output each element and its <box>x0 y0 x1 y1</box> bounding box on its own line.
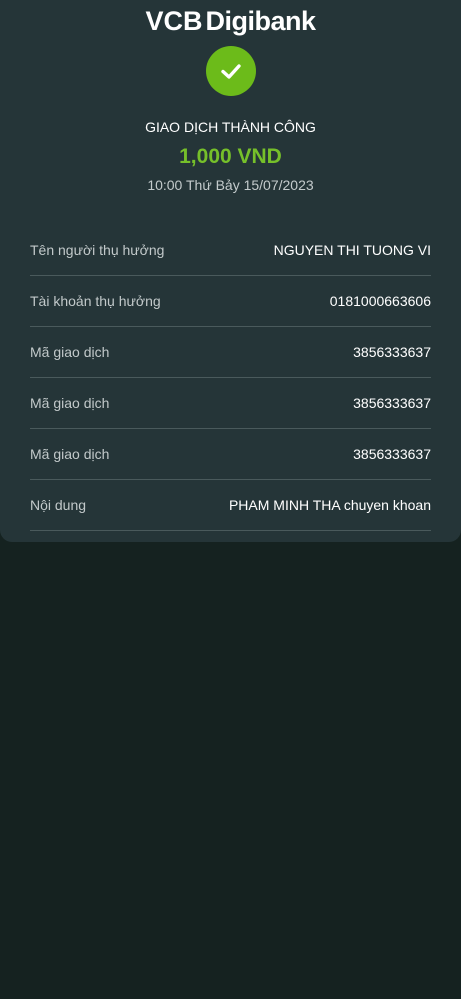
detail-row-transaction-code: Mã giao dịch 3856333637 <box>30 429 431 480</box>
logo-primary-text: VCB <box>145 6 203 36</box>
detail-row-beneficiary-account: Tài khoản thụ hưởng 0181000663606 <box>30 276 431 327</box>
check-circle-icon <box>206 46 256 96</box>
detail-label: Tên người thụ hưởng <box>30 242 165 258</box>
detail-label: Mã giao dịch <box>30 446 110 462</box>
transaction-status: GIAO DỊCH THÀNH CÔNG <box>145 119 316 135</box>
detail-value: PHAM MINH THA chuyen khoan <box>228 497 431 513</box>
detail-label: Tài khoản thụ hưởng <box>30 293 161 309</box>
logo-secondary-text: Digibank <box>205 6 317 36</box>
detail-label: Mã giao dịch <box>30 395 110 411</box>
detail-label: Nội dung <box>30 497 87 513</box>
detail-value: 3856333637 <box>353 395 431 411</box>
detail-value: 3856333637 <box>353 344 431 360</box>
detail-row-beneficiary-name: Tên người thụ hưởng NGUYEN THI TUONG VI <box>30 225 431 276</box>
detail-row-transaction-code: Mã giao dịch 3856333637 <box>30 378 431 429</box>
detail-value: 0181000663606 <box>329 293 431 309</box>
detail-row-content: Nội dung PHAM MINH THA chuyen khoan <box>30 480 431 531</box>
transaction-amount: 1,000 VND <box>179 145 282 168</box>
vcb-digibank-logo: VCB Digibank <box>0 6 461 37</box>
transaction-details-list: Tên người thụ hưởng NGUYEN THI TUONG VI … <box>30 225 431 531</box>
detail-value: 3856333637 <box>353 446 431 462</box>
detail-row-transaction-code: Mã giao dịch 3856333637 <box>30 327 431 378</box>
transaction-datetime: 10:00 Thứ Bảy 15/07/2023 <box>147 177 314 193</box>
detail-label: Mã giao dịch <box>30 344 110 360</box>
transaction-receipt-card: VCB Digibank GIAO DỊCH THÀNH CÔNG 1,000 V… <box>0 0 461 542</box>
detail-value: NGUYEN THI TUONG VI <box>273 242 431 258</box>
